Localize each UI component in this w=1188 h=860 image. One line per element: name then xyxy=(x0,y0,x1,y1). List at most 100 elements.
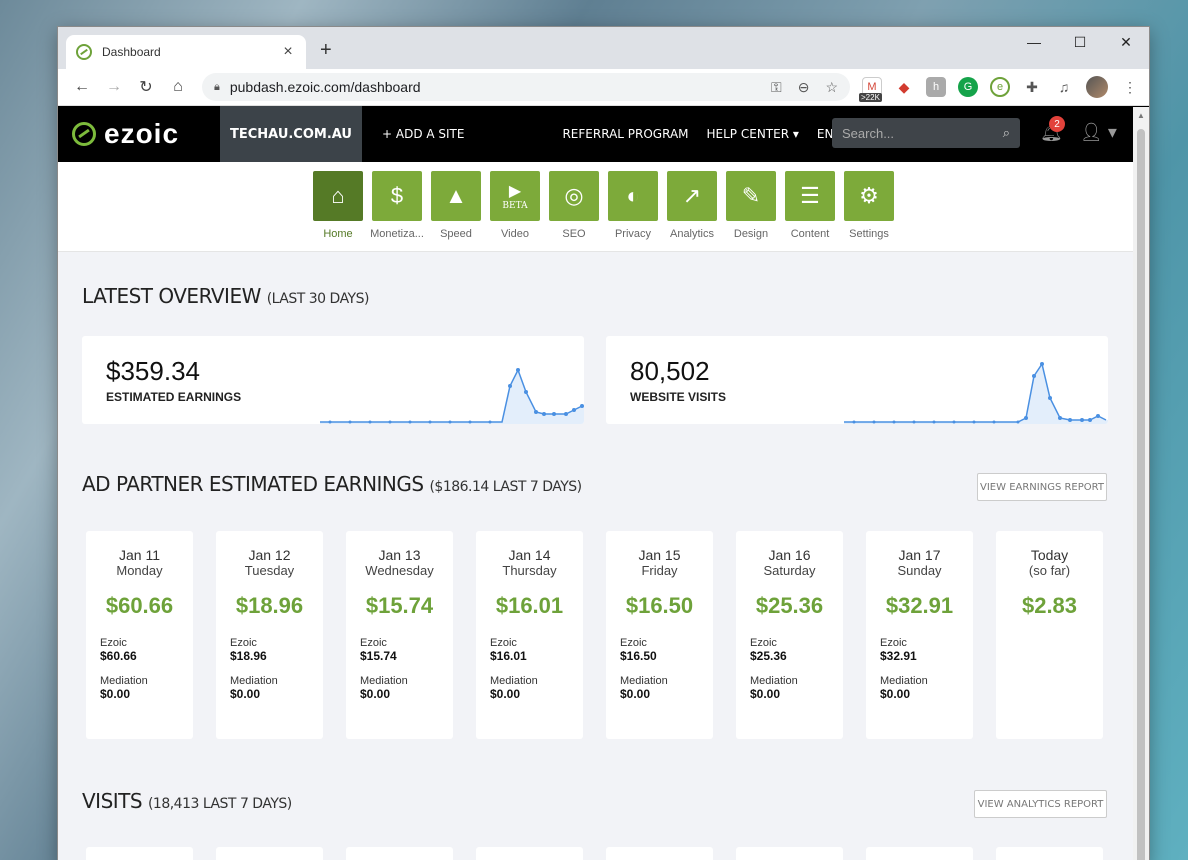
overview-title: LATEST OVERVIEW (LAST 30 DAYS) xyxy=(82,284,369,308)
day-weekday: Saturday xyxy=(763,563,816,578)
key-icon[interactable]: ⚿ xyxy=(771,79,782,96)
app-nav-privacy[interactable]: ◐ Privacy xyxy=(608,171,659,251)
close-window-icon[interactable]: ✕ xyxy=(1103,27,1149,57)
referral-program-link[interactable]: REFERRAL PROGRAM xyxy=(562,127,688,141)
shield-icon[interactable]: ◐ xyxy=(608,171,658,221)
app-nav-content[interactable]: ☰ Content xyxy=(785,171,836,251)
media-icon[interactable]: ♫ xyxy=(1054,77,1074,97)
day-total: $16.50 xyxy=(625,593,694,618)
earnings-card[interactable]: $359.34 ESTIMATED EARNINGS xyxy=(82,336,584,424)
red-extension-icon[interactable]: ◆ xyxy=(894,77,914,97)
home-browser-icon[interactable]: ⌂ xyxy=(162,73,194,101)
ezoic-label: Ezoic xyxy=(360,637,387,649)
star-icon[interactable]: ☆ xyxy=(825,79,838,96)
scrollbar-thumb[interactable] xyxy=(1137,129,1145,860)
mediation-label: Mediation xyxy=(360,675,408,687)
ezoic-label: Ezoic xyxy=(750,637,777,649)
menu-kebab-icon[interactable]: ⋮ xyxy=(1120,77,1140,97)
home-icon[interactable]: ⌂ xyxy=(313,171,363,221)
app-nav-home[interactable]: ⌂ Home xyxy=(313,171,364,251)
url-text[interactable]: pubdash.ezoic.com/dashboard xyxy=(230,79,771,95)
gmail-badge: >22K xyxy=(859,93,882,102)
visits-value: 80,502 xyxy=(630,356,710,386)
app-nav-settings[interactable]: ⚙ Settings xyxy=(844,171,895,251)
back-icon[interactable]: ← xyxy=(66,73,98,101)
day-earnings-card: Jan 11 Monday $60.66 Ezoic $60.66 Mediation $0… xyxy=(86,531,193,739)
site-selector[interactable]: TECHAU.COM.AU xyxy=(220,106,362,162)
help-center-menu[interactable]: HELP CENTER ▾ xyxy=(707,127,799,141)
day-date: Jan 15 xyxy=(638,547,681,563)
day-total: $15.74 xyxy=(365,593,434,618)
notifications-bell-icon[interactable]: 🔔︎ 2 xyxy=(1040,116,1065,143)
visits-card[interactable]: 80,502 WEBSITE VISITS xyxy=(606,336,1108,424)
add-site-link[interactable]: + ADD A SITE xyxy=(382,127,464,141)
day-date: Jan 17 xyxy=(898,547,941,563)
lock-icon[interactable]: 🔒︎ xyxy=(214,81,220,94)
ezoic-row: Ezoic $18.96 xyxy=(216,637,323,663)
window-controls: — ☐ ✕ xyxy=(1011,27,1149,57)
view-earnings-report-button[interactable]: VIEW EARNINGS REPORT xyxy=(977,473,1107,501)
mediation-value: $0.00 xyxy=(230,687,261,701)
gear-icon[interactable]: ⚙ xyxy=(844,171,894,221)
magnifier-icon[interactable]: ◎ xyxy=(549,171,599,221)
notification-count: 2 xyxy=(1049,116,1065,132)
ezoic-row: Ezoic $60.66 xyxy=(86,637,193,663)
extensions-bar: M >22K ◆ h G e ✚ ♫ ⋮ xyxy=(859,76,1140,102)
search-icon[interactable]: ⌕ xyxy=(1003,125,1010,141)
visit-card xyxy=(346,847,453,860)
new-tab-icon[interactable]: + xyxy=(320,39,332,62)
user-menu-icon[interactable]: 👤︎ ▾ xyxy=(1080,122,1117,143)
day-weekday: (so far) xyxy=(1028,563,1071,578)
day-weekday: Thursday xyxy=(502,563,557,578)
forward-icon[interactable]: → xyxy=(98,73,130,101)
day-date: Jan 12 xyxy=(248,547,291,563)
view-analytics-report-button[interactable]: VIEW ANALYTICS REPORT xyxy=(974,790,1107,818)
design-icon[interactable]: ✎ xyxy=(726,171,776,221)
ezoic-logo[interactable]: ezoic xyxy=(58,118,220,150)
browser-tab[interactable]: Dashboard × xyxy=(66,35,306,69)
zoom-icon[interactable]: ⊖ xyxy=(798,79,810,96)
gmail-extension-icon[interactable]: M >22K xyxy=(859,77,882,102)
content-icon[interactable]: ☰ xyxy=(785,171,835,221)
minimize-icon[interactable]: — xyxy=(1011,27,1057,57)
page-scrollbar[interactable]: ▲ xyxy=(1133,107,1149,860)
search-input[interactable]: Search... ⌕ xyxy=(832,118,1020,148)
earnings-label: ESTIMATED EARNINGS xyxy=(106,390,242,404)
close-tab-icon[interactable]: × xyxy=(280,43,296,61)
help-center-label: HELP CENTER xyxy=(706,127,790,141)
app-nav-seo[interactable]: ◎ SEO xyxy=(549,171,600,251)
scroll-up-icon[interactable]: ▲ xyxy=(1137,111,1145,120)
day-date: Jan 16 xyxy=(768,547,811,563)
ezoic-row: Ezoic $25.36 xyxy=(736,637,843,663)
puzzle-icon[interactable]: ✚ xyxy=(1022,77,1042,97)
grey-extension-icon[interactable]: h xyxy=(926,77,946,97)
day-date: Jan 13 xyxy=(378,547,421,563)
mediation-row: Mediation $0.00 xyxy=(86,675,193,701)
reload-icon[interactable]: ↻ xyxy=(130,73,162,101)
browser-toolbar: ← → ↻ ⌂ 🔒︎ pubdash.ezoic.com/dashboard ⚿… xyxy=(58,69,1149,106)
address-bar[interactable]: 🔒︎ pubdash.ezoic.com/dashboard ⚿ ⊖ ☆ xyxy=(202,73,850,101)
app-nav-monetiza[interactable]: $ Monetiza... xyxy=(370,171,424,251)
video-icon[interactable]: ▶ BETA xyxy=(490,171,540,221)
adpartner-subtitle: ($186.14 LAST 7 DAYS) xyxy=(429,479,582,495)
ezoic-label: Ezoic xyxy=(880,637,907,649)
app-nav-video[interactable]: ▶ BETA Video xyxy=(490,171,541,251)
app-nav-label: Privacy xyxy=(614,228,652,240)
visit-card xyxy=(866,847,973,860)
ezoic-extension-icon[interactable]: e xyxy=(990,77,1010,97)
dollar-icon[interactable]: $ xyxy=(372,171,422,221)
maximize-icon[interactable]: ☐ xyxy=(1057,27,1103,57)
app-nav-design[interactable]: ✎ Design xyxy=(726,171,777,251)
visits-cards xyxy=(86,847,1103,860)
app-nav-speed[interactable]: ▲ Speed xyxy=(431,171,482,251)
day-earnings-card: Jan 14 Thursday $16.01 Ezoic $16.01 Mediation… xyxy=(476,531,583,739)
day-weekday: Friday xyxy=(641,563,678,578)
chart-icon[interactable]: ↗ xyxy=(667,171,717,221)
day-date: Jan 11 xyxy=(119,547,160,563)
rocket-icon[interactable]: ▲ xyxy=(431,171,481,221)
app-nav-analytics[interactable]: ↗ Analytics xyxy=(667,171,718,251)
visit-card xyxy=(736,847,843,860)
grammarly-icon[interactable]: G xyxy=(958,77,978,97)
profile-avatar[interactable] xyxy=(1086,76,1108,98)
mediation-label: Mediation xyxy=(230,675,278,687)
